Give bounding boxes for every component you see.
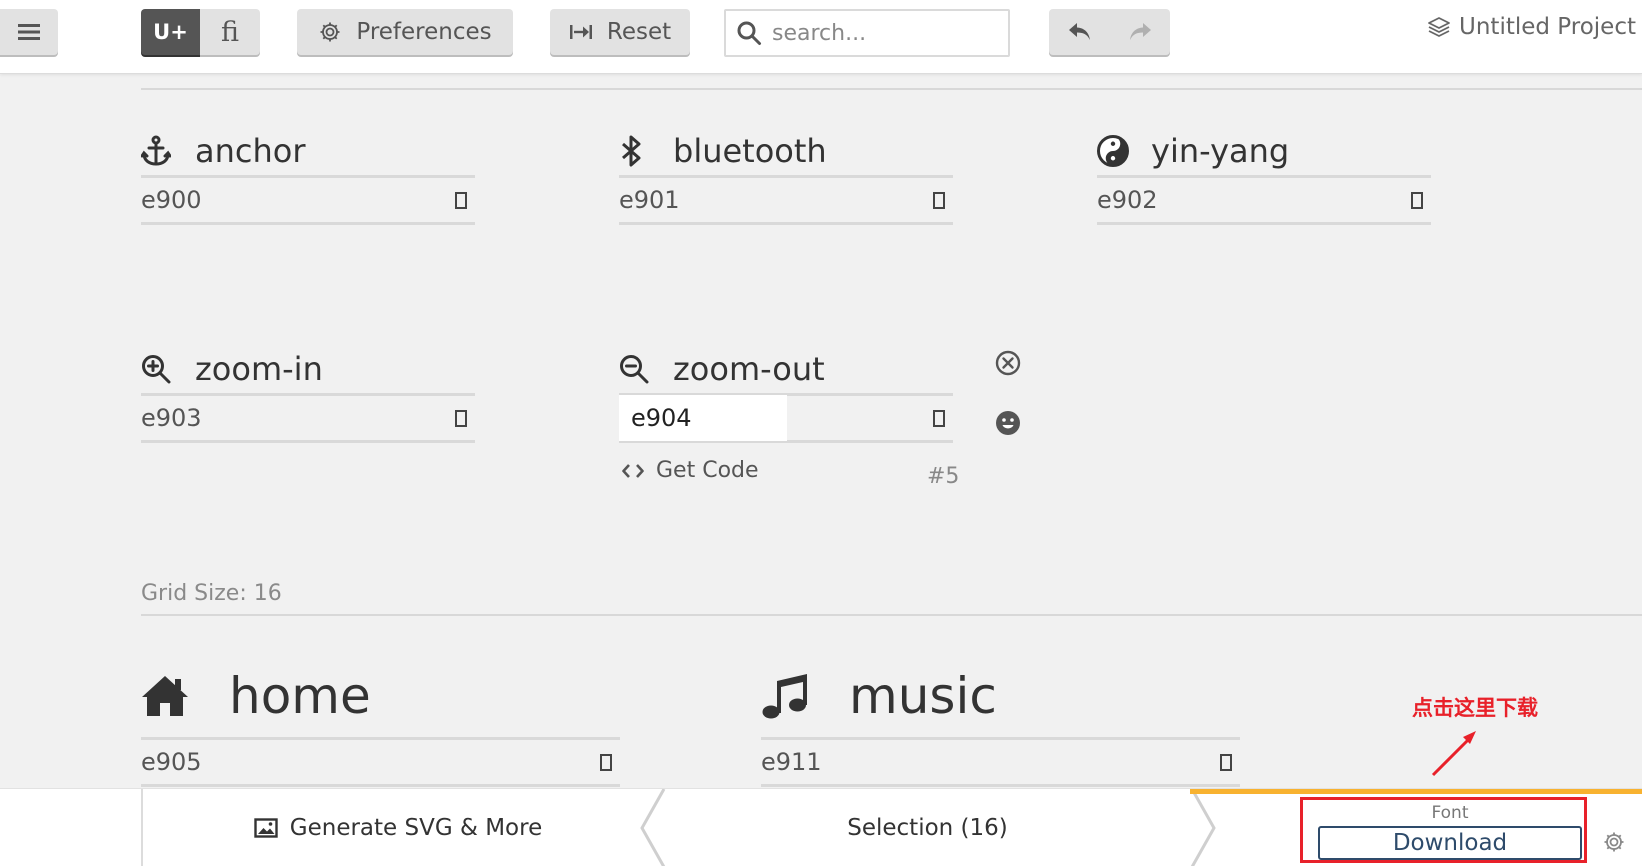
zoom-in-icon	[141, 354, 195, 384]
glyph-name: anchor	[195, 131, 306, 170]
reset-label: Reset	[606, 19, 672, 45]
redo-icon	[1130, 23, 1151, 40]
chevron-right-icon[interactable]	[1188, 789, 1218, 866]
reset-icon	[569, 25, 592, 39]
glyph-index: #5	[927, 464, 960, 489]
music-icon	[761, 671, 849, 721]
glyph-yin-yang[interactable]: yin-yang e902	[1097, 126, 1431, 225]
generate-svg-label: Generate SVG & More	[289, 815, 543, 841]
preferences-button[interactable]: Preferences	[297, 9, 513, 55]
glyph-preview-box	[1220, 754, 1232, 771]
glyph-code[interactable]: e900	[141, 186, 202, 214]
zoom-out-icon	[619, 354, 673, 384]
search-icon	[737, 21, 761, 45]
glyph-name: zoom-out	[673, 349, 825, 388]
glyph-name: music	[849, 666, 997, 725]
glyph-anchor[interactable]: anchor e900	[141, 126, 475, 225]
glyph-name: zoom-in	[195, 349, 323, 388]
generate-svg-button[interactable]: Generate SVG & More	[143, 789, 653, 866]
glyph-code[interactable]: e911	[761, 748, 822, 776]
smiley-icon[interactable]	[995, 410, 1021, 440]
selection-tab[interactable]: Selection (16)	[665, 789, 1190, 866]
yin-yang-icon	[1097, 134, 1151, 167]
font-label: Font	[1431, 803, 1469, 823]
glyph-preview-box	[933, 192, 945, 209]
ligature-mode-button[interactable]: ﬁ	[200, 9, 260, 55]
glyph-code[interactable]: e901	[619, 186, 680, 214]
layers-icon	[1428, 17, 1450, 37]
chevron-left-icon[interactable]	[638, 789, 668, 866]
menu-button[interactable]	[0, 9, 58, 55]
font-settings-icon[interactable]	[1602, 830, 1626, 858]
glyph-code[interactable]: e903	[141, 404, 202, 432]
grid-size-16-label: Grid Size: 16	[141, 581, 282, 606]
glyph-music[interactable]: music e911	[761, 654, 1240, 787]
glyph-code-input[interactable]: e904	[619, 395, 787, 441]
preferences-label: Preferences	[356, 19, 492, 45]
download-hint-note: 点击这里下载	[1412, 696, 1538, 720]
active-tab-indicator	[1190, 789, 1642, 794]
glyph-name: home	[229, 666, 371, 725]
undo-icon	[1068, 23, 1090, 40]
grid-divider	[141, 88, 1642, 90]
hamburger-icon	[18, 24, 40, 40]
glyph-preview-box	[455, 192, 467, 209]
glyph-preview-box	[1411, 192, 1423, 209]
glyph-name: bluetooth	[673, 131, 827, 170]
bottom-bar: Generate SVG & More Selection (16) Font …	[0, 788, 1642, 866]
gear-icon	[320, 22, 340, 42]
anchor-icon	[141, 135, 195, 167]
glyph-preview-box	[600, 754, 612, 771]
search-box	[724, 9, 1010, 57]
code-icon	[622, 463, 644, 478]
grid-divider	[141, 614, 1642, 616]
glyph-preview-box	[455, 410, 467, 427]
project-title[interactable]: Untitled Project	[1427, 14, 1636, 40]
glyph-name: yin-yang	[1151, 131, 1290, 170]
redo-button[interactable]	[1110, 9, 1170, 55]
glyph-code[interactable]: e902	[1097, 186, 1158, 214]
undo-button[interactable]	[1049, 9, 1110, 55]
glyph-preview-box	[933, 410, 945, 427]
bluetooth-icon	[619, 135, 673, 167]
glyph-zoom-out[interactable]: zoom-out e904	[619, 344, 953, 443]
top-toolbar: U+ ﬁ Preferences Reset Untitled Project	[0, 0, 1642, 74]
image-icon	[254, 818, 278, 838]
unicode-mode-button[interactable]: U+	[141, 9, 200, 55]
glyph-zoom-in[interactable]: zoom-in e903	[141, 344, 475, 443]
download-button[interactable]: Download	[1318, 826, 1582, 860]
get-code-label: Get Code	[656, 458, 759, 483]
glyph-home[interactable]: home e905	[141, 654, 620, 787]
reset-button[interactable]: Reset	[550, 9, 690, 55]
get-code-button[interactable]: Get Code	[622, 458, 759, 483]
glyph-bluetooth[interactable]: bluetooth e901	[619, 126, 953, 225]
project-title-label: Untitled Project	[1459, 14, 1636, 40]
hint-arrow-icon	[1431, 731, 1476, 777]
home-icon	[141, 674, 229, 718]
glyph-code[interactable]: e905	[141, 748, 202, 776]
search-input[interactable]	[772, 20, 992, 46]
close-circle-icon[interactable]	[995, 350, 1021, 380]
